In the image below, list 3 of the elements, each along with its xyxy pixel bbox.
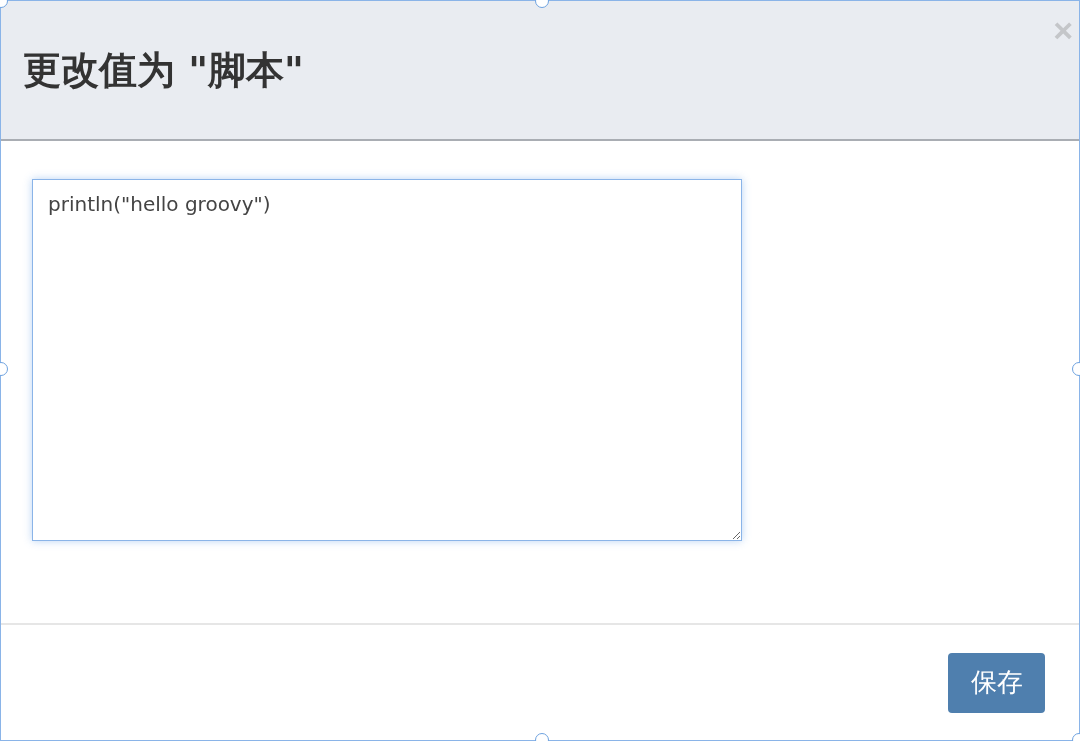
script-input-field[interactable]: println("hello groovy") xyxy=(32,179,742,541)
save-button[interactable]: 保存 xyxy=(948,652,1045,713)
dialog-title: 更改值为 "脚本" xyxy=(23,46,304,94)
